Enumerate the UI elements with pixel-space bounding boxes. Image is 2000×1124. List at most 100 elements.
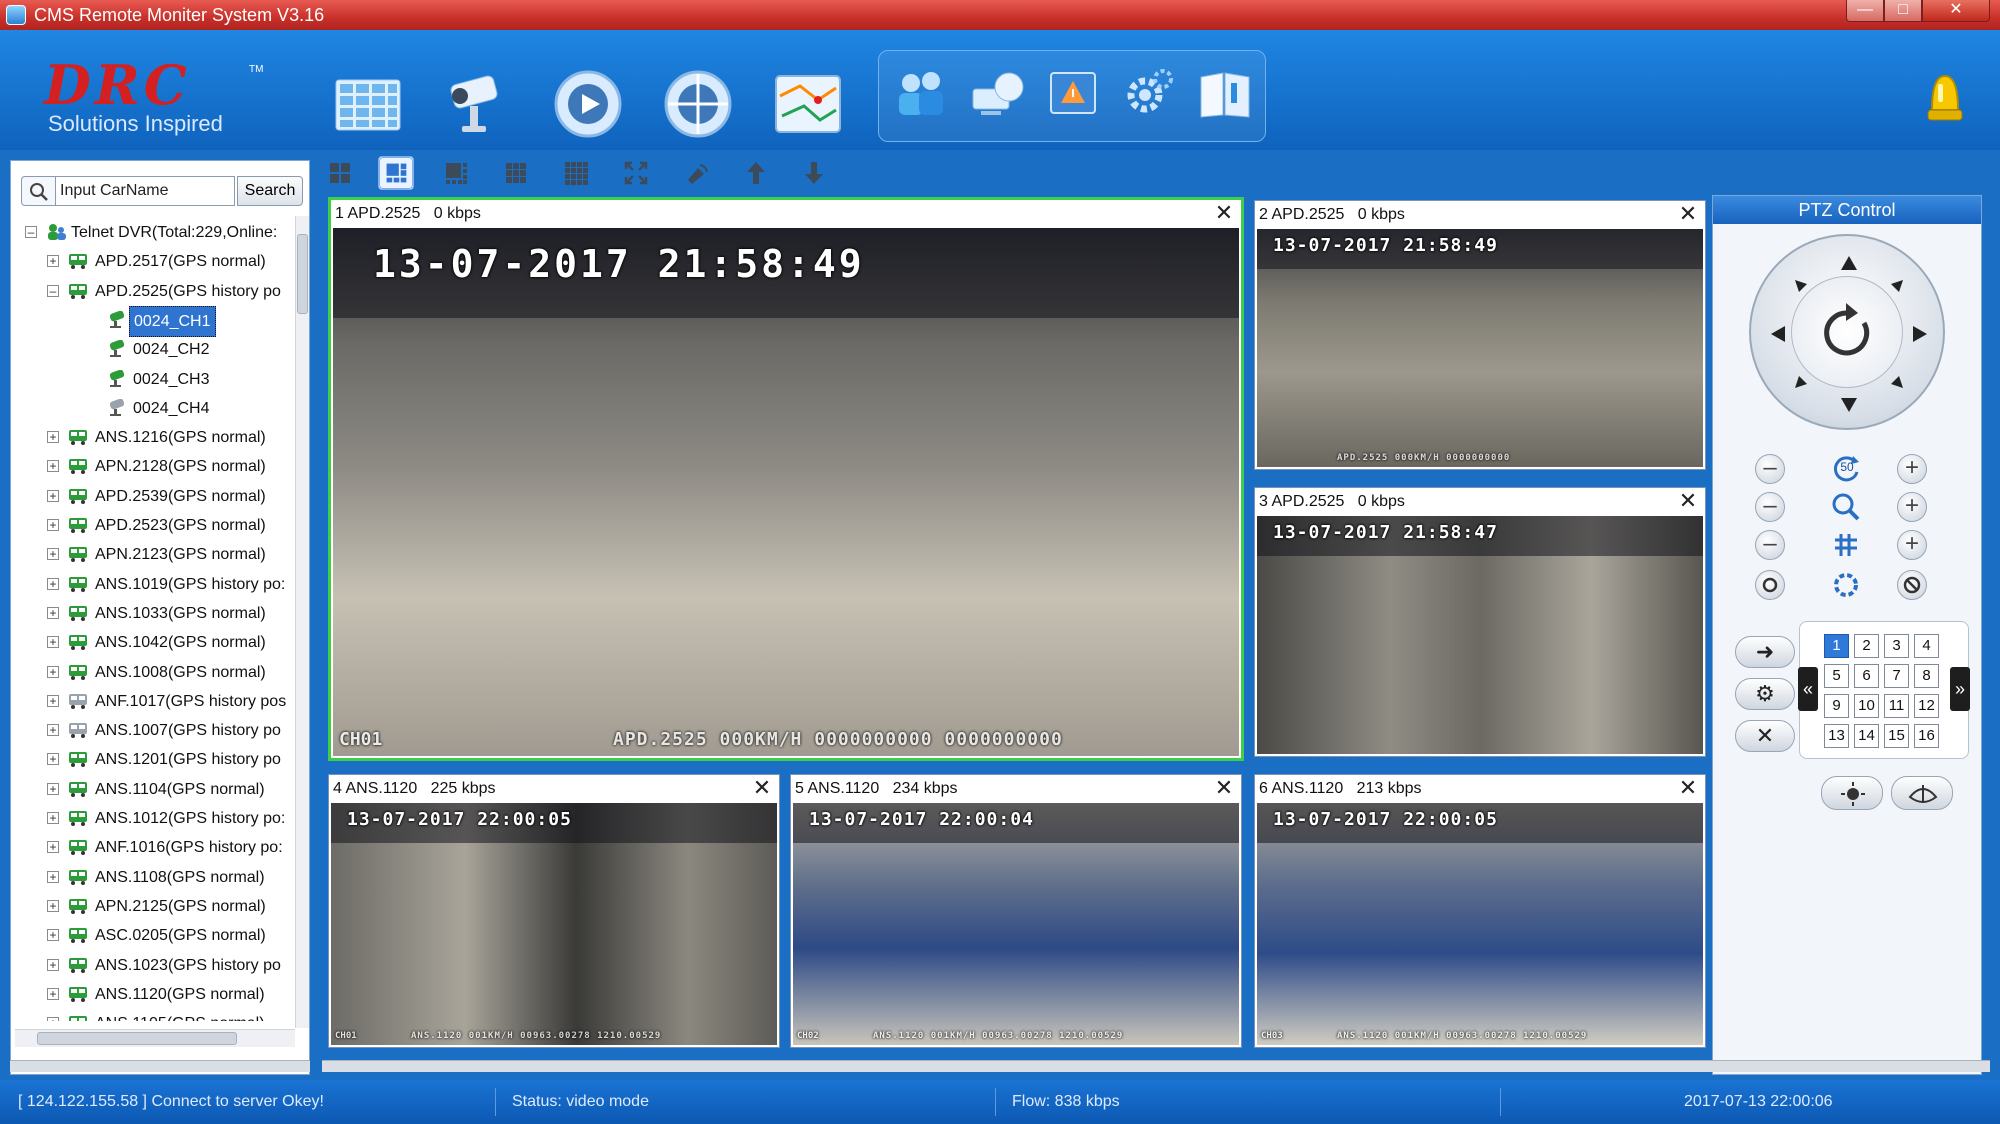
close-pane-button[interactable]: ✕ (1677, 490, 1699, 513)
expand-toggle[interactable]: + (47, 431, 59, 443)
expand-toggle[interactable]: + (47, 695, 59, 707)
ptz-direction-dial[interactable] (1749, 234, 1945, 430)
expand-toggle[interactable]: + (47, 841, 59, 853)
video-pane-2[interactable]: 2 APD.2525 0 kbps ✕ 13-07-2017 21:58:49 APD… (1254, 200, 1706, 470)
video-feed[interactable]: 13-07-2017 22:00:04 CH02 ANS.1120 001KM/H … (793, 803, 1239, 1045)
layout-8-icon[interactable] (438, 156, 474, 190)
speed-minus-button[interactable]: – (1755, 454, 1785, 484)
layout-9-icon[interactable] (498, 156, 534, 190)
preset-button[interactable]: 1 (1824, 634, 1849, 658)
map-icon[interactable] (770, 66, 846, 142)
close-window-button[interactable]: ✕ (1922, 0, 1990, 22)
preset-button[interactable]: 7 (1884, 664, 1909, 688)
light-button[interactable] (1821, 776, 1883, 810)
arrow-up-icon[interactable] (738, 156, 774, 190)
expand-toggle[interactable]: – (47, 285, 59, 297)
preset-button[interactable]: 12 (1914, 694, 1939, 718)
tree-vertical-scrollbar[interactable] (295, 216, 309, 1028)
close-pane-button[interactable]: ✕ (1677, 777, 1699, 800)
video-feed[interactable]: 13-07-2017 21:58:49 APD.2525 000KM/H 0000… (1257, 229, 1703, 467)
iris-open-button[interactable] (1897, 570, 1927, 600)
preset-button[interactable]: 14 (1854, 724, 1879, 748)
playback-icon[interactable] (550, 66, 626, 142)
alarm-light-icon[interactable] (1924, 70, 1966, 126)
zoom-in-button[interactable]: + (1897, 492, 1927, 522)
speed-plus-button[interactable]: + (1897, 454, 1927, 484)
close-pane-button[interactable]: ✕ (1213, 202, 1235, 225)
expand-toggle[interactable]: + (47, 255, 59, 267)
expand-toggle[interactable]: + (47, 812, 59, 824)
expand-toggle[interactable]: + (47, 519, 59, 531)
expand-toggle[interactable]: + (47, 636, 59, 648)
video-pane-6[interactable]: 6 ANS.1120 213 kbps ✕ 13-07-2017 22:00:05 C… (1254, 774, 1706, 1048)
close-pane-button[interactable]: ✕ (1213, 777, 1235, 800)
focus-far-button[interactable]: + (1897, 530, 1927, 560)
gps-track-icon[interactable] (660, 66, 736, 142)
maximize-button[interactable]: □ (1884, 0, 1922, 22)
video-pane-4[interactable]: 4 ANS.1120 225 kbps ✕ 13-07-2017 22:00:05 C… (328, 774, 780, 1048)
video-pane-1[interactable]: 1 APD.2525 0 kbps ✕ 13-07-2017 21:58:49 CH0… (328, 197, 1244, 761)
video-feed[interactable]: 13-07-2017 22:00:05 CH01 ANS.1120 001KM/H … (331, 803, 777, 1045)
expand-toggle[interactable]: + (47, 871, 59, 883)
expand-toggle[interactable]: + (47, 900, 59, 912)
video-feed[interactable]: 13-07-2017 21:58:49 CH01 APD.2525 000KM/H … (333, 228, 1239, 756)
gear-icon[interactable] (1117, 61, 1181, 125)
video-grid-icon[interactable] (330, 66, 406, 142)
preset-button[interactable]: 5 (1824, 664, 1849, 688)
zoom-out-button[interactable]: – (1755, 492, 1785, 522)
horizontal-scroll-thumb[interactable] (37, 1032, 237, 1045)
preset-button[interactable]: 4 (1914, 634, 1939, 658)
preset-button[interactable]: 6 (1854, 664, 1879, 688)
preset-button[interactable]: 2 (1854, 634, 1879, 658)
left-splitter[interactable] (10, 1060, 310, 1072)
wiper-button[interactable] (1891, 776, 1953, 810)
expand-toggle[interactable]: + (47, 724, 59, 736)
preset-button[interactable]: 3 (1884, 634, 1909, 658)
expand-toggle[interactable]: + (47, 548, 59, 560)
preset-button[interactable]: 11 (1884, 694, 1909, 718)
device-config-icon[interactable] (965, 61, 1029, 125)
expand-toggle[interactable]: + (47, 490, 59, 502)
preset-prev-button[interactable]: « (1798, 667, 1818, 711)
fullscreen-icon[interactable] (618, 156, 654, 190)
tree-horizontal-scrollbar[interactable] (15, 1029, 295, 1047)
preset-next-button[interactable]: » (1950, 667, 1970, 711)
expand-toggle[interactable]: + (47, 1017, 59, 1021)
expand-toggle[interactable]: + (47, 783, 59, 795)
video-feed[interactable]: 13-07-2017 22:00:05 CH03 ANS.1120 001KM/H … (1257, 803, 1703, 1045)
preset-set-button[interactable]: ⚙ (1735, 678, 1795, 710)
alarm-log-icon[interactable] (1041, 61, 1105, 125)
search-button[interactable]: Search (237, 176, 303, 206)
camera-icon[interactable] (440, 66, 516, 142)
layout-4-icon[interactable] (322, 156, 358, 190)
preset-button[interactable]: 13 (1824, 724, 1849, 748)
preset-clear-button[interactable]: ✕ (1735, 720, 1795, 752)
bottom-splitter[interactable] (322, 1060, 1990, 1072)
preset-button[interactable]: 16 (1914, 724, 1939, 748)
close-pane-button[interactable]: ✕ (1677, 203, 1699, 226)
preset-button[interactable]: 9 (1824, 694, 1849, 718)
close-pane-button[interactable]: ✕ (751, 777, 773, 800)
car-search-input[interactable] (55, 176, 235, 206)
expand-toggle[interactable]: + (47, 460, 59, 472)
preset-goto-button[interactable]: ➜ (1735, 636, 1795, 668)
expand-toggle[interactable]: + (47, 666, 59, 678)
layout-16-icon[interactable] (558, 156, 594, 190)
video-feed[interactable]: 13-07-2017 21:58:47 (1257, 516, 1703, 754)
expand-toggle[interactable]: + (47, 753, 59, 765)
expand-toggle[interactable]: + (47, 929, 59, 941)
layout-6-icon[interactable] (378, 156, 414, 190)
expand-toggle[interactable]: + (47, 607, 59, 619)
preset-button[interactable]: 15 (1884, 724, 1909, 748)
expand-toggle[interactable]: + (47, 959, 59, 971)
preset-button[interactable]: 10 (1854, 694, 1879, 718)
talk-icon[interactable] (678, 156, 714, 190)
video-pane-5[interactable]: 5 ANS.1120 234 kbps ✕ 13-07-2017 22:00:04 C… (790, 774, 1242, 1048)
expand-toggle[interactable]: + (47, 988, 59, 1000)
video-pane-3[interactable]: 3 APD.2525 0 kbps ✕ 13-07-2017 21:58:47 (1254, 487, 1706, 757)
expand-toggle[interactable]: + (47, 578, 59, 590)
arrow-down-icon[interactable] (796, 156, 832, 190)
collapse-toggle[interactable]: – (25, 226, 37, 238)
iris-close-button[interactable] (1755, 570, 1785, 600)
ptz-center-button[interactable] (1791, 276, 1903, 388)
